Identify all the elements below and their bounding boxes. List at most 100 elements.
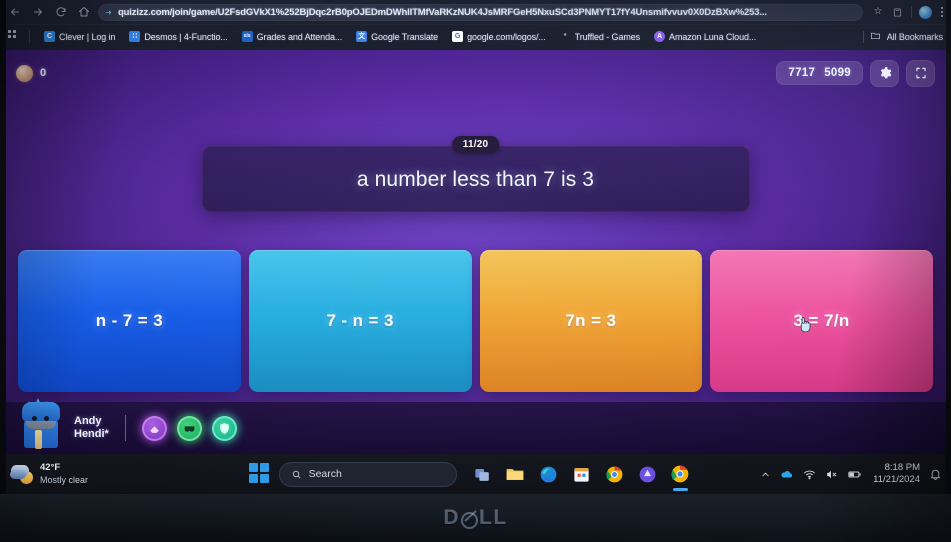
answer-option-b[interactable]: 7 - n = 3 [248,250,472,392]
player-name: Andy Hendi* [74,415,109,440]
bookmark-favicon: sis [241,31,253,42]
bookmark-favicon: C [44,31,55,42]
bookmark-label: Grades and Attenda... [256,31,343,42]
game-header: 0 7717 5099 [0,50,951,96]
shield-powerup-icon[interactable] [211,415,237,441]
microsoft-edge-icon[interactable] [537,463,560,486]
share-icon [103,7,113,17]
back-arrow-icon[interactable] [6,4,23,21]
answer-label: 7n = 3 [565,311,617,330]
address-bar[interactable]: quizizz.com/join/game/U2FsdGVkX1%252BjDq… [98,3,863,21]
show-hidden-icons-chevron[interactable] [760,469,771,480]
kebab-menu-icon[interactable] [939,7,945,17]
answer-options: n - 7 = 3 7 - n = 3 7n = 3 3 = 7/n [0,250,951,392]
streak-counter: 0 [16,64,47,82]
volume-muted-icon[interactable] [825,468,838,481]
reload-icon[interactable] [52,4,69,21]
google-chrome-active-icon[interactable] [669,463,692,491]
question-container: 11/20 a number less than 7 is 3 [0,136,951,212]
weather-partly-cloudy-night-icon [10,464,34,484]
score-display: 7717 5099 [776,61,863,85]
bookmark-favicon: * [563,33,567,40]
bookmark-item[interactable]: G google.com/logos/... [446,29,552,44]
bookmark-favicon: ∷ [129,31,141,42]
wifi-icon[interactable] [803,468,816,481]
dell-logo-d: D [443,506,460,529]
bookmarks-bar: C Clever | Log in ∷ Desmos | 4-Functio..… [0,24,951,48]
question-card: 11/20 a number less than 7 is 3 [201,136,750,212]
bookmark-item[interactable]: ∷ Desmos | 4-Functio... [123,29,233,44]
eraser-powerup-icon[interactable] [141,415,167,441]
system-tray: 8:18 PM 11/21/2024 [760,462,951,486]
bookmark-label: Amazon Luna Cloud... [669,31,757,42]
player-bar: Andy Hendi* [0,398,951,454]
taskbar-clock[interactable]: 8:18 PM 11/21/2024 [871,462,920,486]
battery-icon[interactable] [847,467,862,482]
cast-icon[interactable] [891,6,904,19]
file-explorer-icon[interactable] [504,463,527,486]
score-left: 7717 [788,67,816,79]
onedrive-icon[interactable] [780,467,794,481]
monitor-photo: quizizz.com/join/game/U2FsdGVkX1%252BjDq… [0,0,951,542]
amazon-luna-icon[interactable] [636,463,659,486]
dell-logo: D LL [443,506,507,530]
dell-logo-ll: LL [479,506,508,529]
answer-label: 7 - n = 3 [326,311,394,330]
game-header-actions: 7717 5099 [776,59,935,87]
weather-text: 42°F Mostly clear [40,462,88,486]
photo-edge-right [946,0,951,494]
taskbar-center-group: Search [180,461,760,491]
answer-option-c[interactable]: 7n = 3 [479,250,703,392]
all-bookmarks-group[interactable]: All Bookmarks [862,28,943,46]
answer-option-a[interactable]: n - 7 = 3 [18,250,241,392]
bookmark-item[interactable]: sis Grades and Attenda... [236,29,348,44]
bookmark-favicon: 文 [356,31,368,42]
gear-icon[interactable] [870,59,899,87]
weather-temperature: 42°F [40,462,61,473]
answer-option-d[interactable]: 3 = 7/n [710,250,933,392]
bookmark-favicon: G [452,31,464,42]
answer-label: n - 7 = 3 [95,311,164,330]
bookmark-star-icon[interactable]: ☆ [872,7,884,17]
microsoft-store-icon[interactable] [570,463,593,486]
google-chrome-icon[interactable] [603,463,626,486]
clock-date: 11/21/2024 [873,474,920,485]
quizizz-game-screen: 0 7717 5099 11/20 a number less than 7 i… [0,50,951,454]
bookmark-label: Truffled - Games [574,31,641,42]
home-icon[interactable] [75,4,92,21]
question-counter-badge: 11/20 [451,136,500,153]
mask-powerup-icon[interactable] [176,415,202,441]
task-view-icon[interactable] [471,463,494,486]
weather-condition: Mostly clear [40,475,89,485]
apps-grid-icon[interactable] [8,30,21,43]
bookmark-label: google.com/logos/... [467,31,546,42]
windows-taskbar: 42°F Mostly clear Search 8:18 PM 11/21/2… [0,454,951,494]
forward-arrow-icon[interactable] [29,4,46,21]
powerups-tray [141,415,237,441]
bookmark-item[interactable]: C Clever | Log in [38,29,121,44]
notification-bell-icon[interactable] [929,468,942,481]
fullscreen-icon[interactable] [906,59,935,87]
dell-logo-slashed-o [461,511,478,529]
monitor-bezel: D LL [0,494,951,542]
photo-edge-left [0,0,6,494]
bookmarks-divider [29,30,30,43]
bookmark-item[interactable]: 文 Google Translate [350,29,444,44]
streak-count: 0 [40,67,47,79]
bookmark-favicon: A [654,31,666,42]
bookmark-label: Desmos | 4-Functio... [144,31,228,42]
streak-coin-icon [16,64,33,82]
browser-nav-row: quizizz.com/join/game/U2FsdGVkX1%252BjDq… [0,0,951,24]
search-input[interactable]: Search [278,461,457,487]
profile-avatar-icon[interactable] [919,5,932,19]
folder-icon [870,28,881,46]
address-bar-url: quizizz.com/join/game/U2FsdGVkX1%252BjDq… [118,6,767,18]
bookmark-label: Google Translate [371,31,439,42]
search-icon [292,470,301,478]
bookmark-item[interactable]: A Amazon Luna Cloud... [648,29,762,44]
bookmark-item[interactable]: * Truffled - Games [554,29,646,44]
mouse-pointer-hand-icon [798,316,811,333]
weather-widget[interactable]: 42°F Mostly clear [0,462,180,486]
question-text: a number less than 7 is 3 [356,168,595,191]
windows-start-icon[interactable] [248,463,271,485]
